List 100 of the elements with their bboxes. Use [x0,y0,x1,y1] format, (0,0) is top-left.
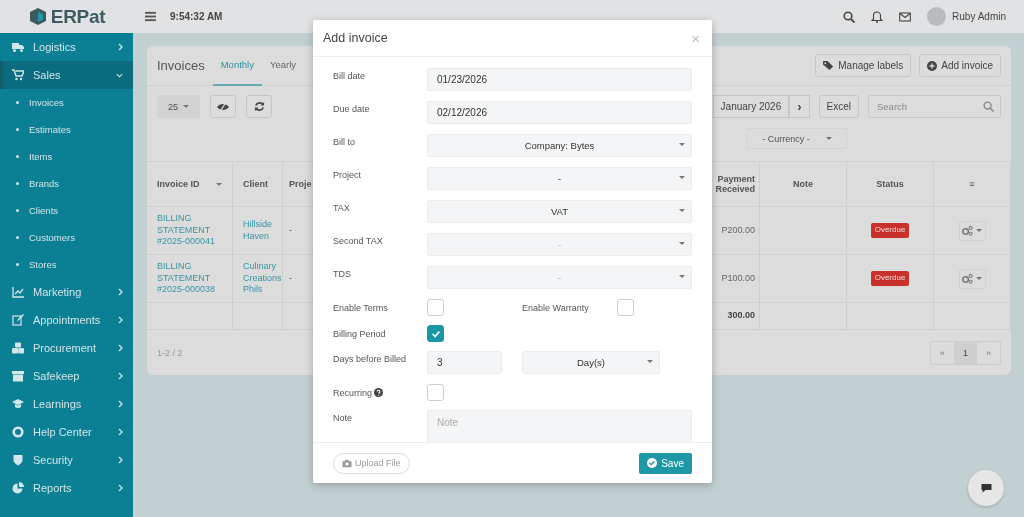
truck-icon [12,41,24,53]
chevron-right-icon [118,288,123,296]
sidebar-subitem[interactable]: Invoices [0,89,133,116]
sidebar-item[interactable]: Sales [0,61,133,89]
previous-page-button[interactable]: « [931,341,954,364]
actions-button[interactable] [958,268,986,289]
caret-icon [679,176,685,179]
refresh-button[interactable] [246,95,272,118]
number-field[interactable]: 3 [427,351,502,374]
cart-icon [12,69,24,81]
caret-icon [679,143,685,146]
checkbox[interactable] [427,325,444,342]
modal-title: Add invoice [323,31,388,45]
save-button[interactable]: Save [639,452,692,474]
client-link[interactable]: Hillside Haven [233,207,283,255]
close-button[interactable]: × [691,29,700,47]
caret-icon [216,182,222,186]
sidebar-subitem[interactable]: Items [0,143,133,170]
user-name[interactable]: Ruby Admin [952,11,1006,22]
sidebar-item[interactable]: Learnings [0,390,133,418]
lifebuoy-icon [12,426,24,438]
sidebar-subitem[interactable]: Customers [0,224,133,251]
chat-icon [979,482,993,494]
sidebar-subitem[interactable]: Estimates [0,116,133,143]
sidebar-item[interactable]: Help Center [0,418,133,446]
field-label: Bill date [333,70,367,81]
sidebar-item[interactable]: Security [0,446,133,474]
invoice-link[interactable]: BILLING STATEMENT #2025-000038 [147,255,233,303]
page-size-select[interactable]: 25 [157,95,200,118]
select-field[interactable]: - [427,167,692,190]
field-label: Bill to [333,136,356,147]
chevron-right-icon [118,372,123,380]
tab[interactable]: Monthly [212,45,262,86]
tab[interactable]: Yearly [261,45,305,86]
column-header: Status [847,162,934,207]
refresh-icon [253,101,265,112]
chevron-right-icon [118,484,123,492]
field-label: Second TAX [333,235,384,246]
field-label: TAX [333,202,351,213]
pie-chart-icon [12,482,24,494]
chat-button[interactable] [968,470,1004,506]
camera-icon [342,458,352,468]
date-field[interactable]: 01/23/2026 [427,68,692,91]
excel-button[interactable]: Excel [818,95,859,118]
sidebar-item[interactable]: Appointments [0,306,133,334]
add-invoice-button[interactable]: Add invoice [919,54,1001,77]
bell-icon [871,10,884,23]
sidebar-item[interactable]: Procurement [0,334,133,362]
sidebar-subitem[interactable]: Brands [0,170,133,197]
plus-circle-icon [927,60,938,71]
logo-icon [27,7,48,26]
next-period-button[interactable]: › [789,95,810,118]
currency-select[interactable]: - Currency - [747,128,847,149]
check-icon [430,328,441,339]
unit-select[interactable]: Day(s) [522,351,660,374]
checkbox-label: Billing Period [333,328,386,339]
archive-icon [12,370,24,382]
status-badge: Overdue [870,271,910,286]
invoice-link[interactable]: BILLING STATEMENT #2025-000041 [147,207,233,255]
app-logo[interactable]: ERPat [50,5,106,28]
page-button[interactable]: 1 [954,341,977,364]
sidebar-subitem[interactable]: Stores [0,251,133,278]
select-field[interactable]: - [427,266,692,289]
period-button[interactable]: January 2026 [712,95,790,118]
caret-icon [647,360,653,363]
client-link[interactable]: Culinary Creations Phils [233,255,283,303]
note-field[interactable]: Note [427,410,692,442]
select-field[interactable]: VAT [427,200,692,223]
actions-button[interactable] [958,220,986,241]
sidebar-item[interactable]: Reports [0,474,133,502]
checkbox-label: Enable Warranty [522,302,590,313]
sidebar-item[interactable]: Marketing [0,278,133,306]
column-header: Note [760,162,847,207]
search-field[interactable]: Search [868,95,1001,118]
field-label: Project [333,169,362,180]
mail-icon [899,10,912,23]
gears-icon [962,225,973,236]
chevron-right-icon [118,428,123,436]
column-header: Invoice ID [147,162,233,207]
caret-icon [976,229,982,232]
select-field[interactable]: - [427,233,692,256]
sidebar-item[interactable]: Logistics [0,33,133,61]
checkbox[interactable] [427,299,444,316]
search-icon [983,101,994,112]
sidebar-subitem[interactable]: Clients [0,197,133,224]
chevron-right-icon [118,43,123,51]
column-header: Client [233,162,283,207]
visibility-button[interactable] [210,95,236,118]
chevron-right-icon [118,316,123,324]
chevron-right-icon [118,344,123,352]
checkbox[interactable] [617,299,634,316]
checkbox[interactable] [427,384,444,401]
caret-icon [183,105,189,108]
manage-labels-button[interactable]: Manage labels [815,54,912,77]
sidebar-item[interactable]: Safekeep [0,362,133,390]
upload-file-button[interactable]: Upload File [333,452,410,474]
date-field[interactable]: 02/12/2026 [427,101,692,124]
next-page-button[interactable]: » [977,341,1000,364]
select-field[interactable]: Company: Bytes [427,134,692,157]
chevron-down-icon [116,72,123,78]
